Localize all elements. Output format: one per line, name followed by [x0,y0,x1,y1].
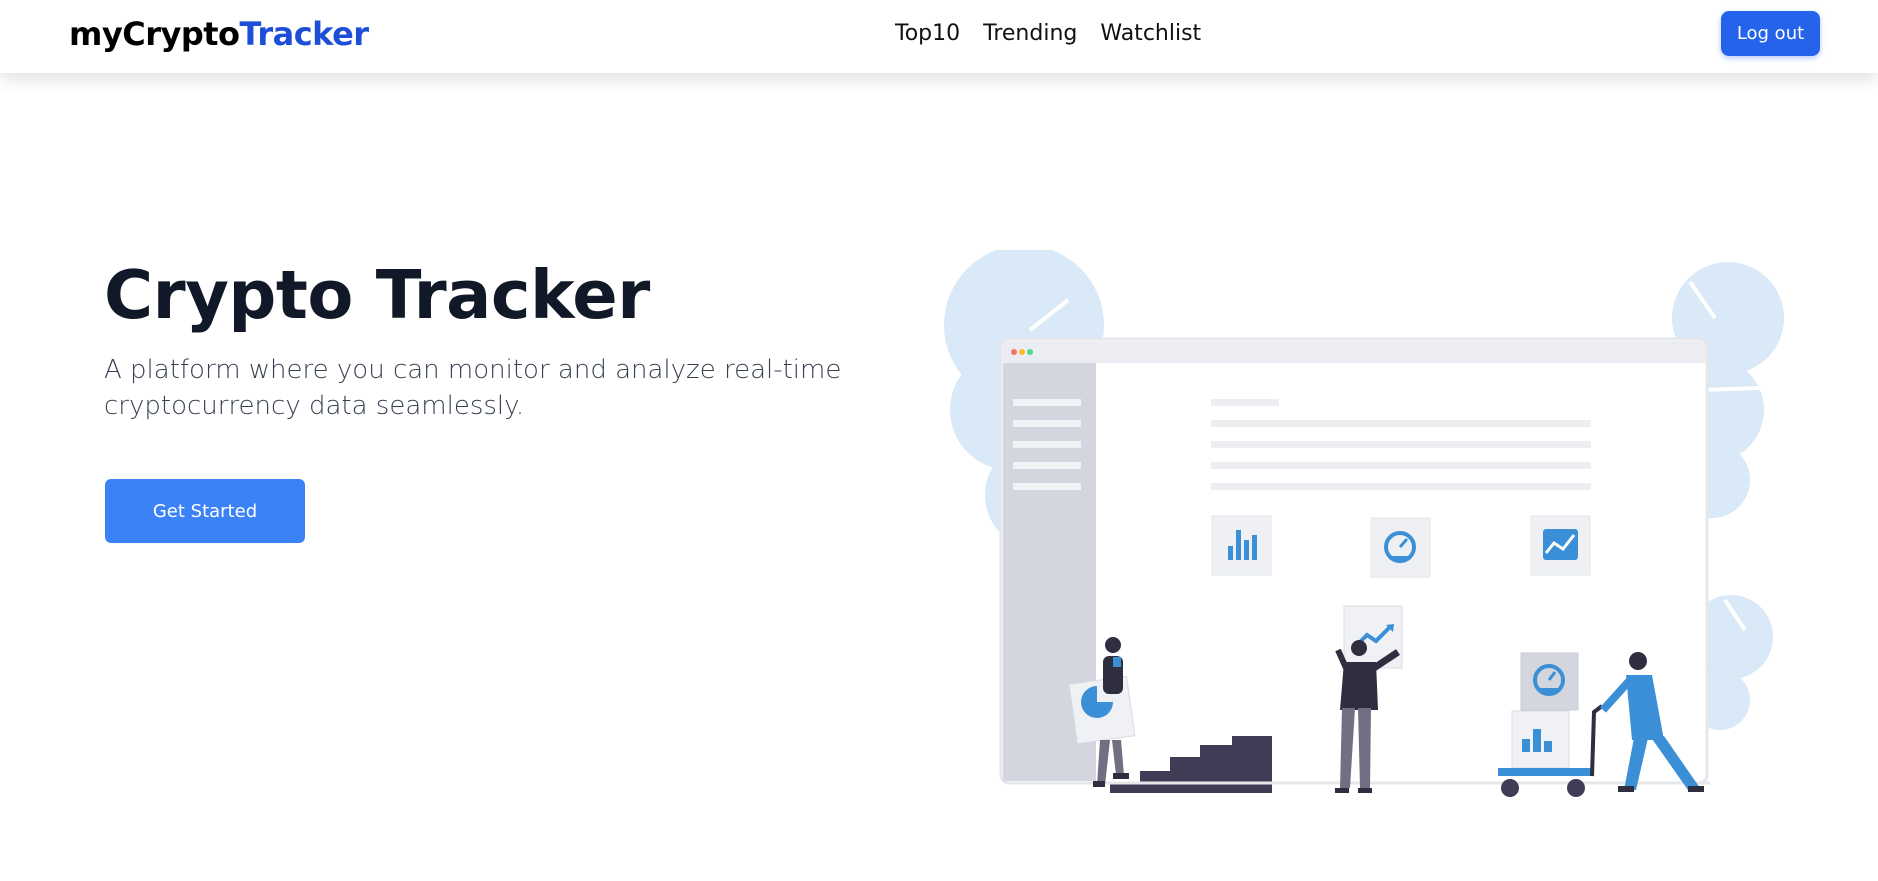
nav-link-trending[interactable]: Trending [983,18,1077,50]
nav-link-watchlist[interactable]: Watchlist [1100,18,1201,50]
hero-subtitle: A platform where you can monitor and ana… [104,355,842,421]
main-nav: Top10 Trending Watchlist [895,18,1201,50]
line-chart-icon [1530,515,1591,576]
get-started-button[interactable]: Get Started [105,479,305,543]
nav-link-top10[interactable]: Top10 [895,18,960,50]
dashboard-illustration [944,250,1784,797]
brand-logo[interactable]: myCryptoTracker [69,14,369,54]
hero-title: Crypto Tracker [104,256,650,334]
top-navbar: myCryptoTracker Top10 Trending Watchlist… [0,0,1878,73]
brand-accent-text: Tracker [239,15,370,53]
logout-button[interactable]: Log out [1721,11,1820,56]
brand-primary-text: myCrypto [69,15,240,53]
bar-chart-icon [1211,515,1272,576]
gauge-icon [1370,517,1431,578]
